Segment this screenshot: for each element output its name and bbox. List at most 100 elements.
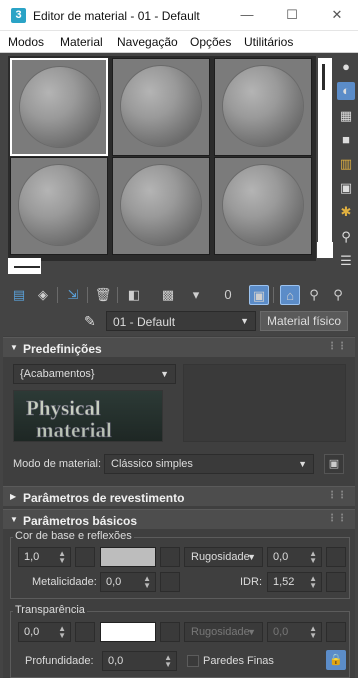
presets-dropdown[interactable]: {Acabamentos} ▼	[13, 364, 176, 384]
toolbar-separator	[57, 287, 58, 303]
maximize-button[interactable]: ☐	[277, 4, 307, 26]
roughness-dropdown-value: Rugosidade	[191, 551, 250, 563]
rollout-title: Parâmetros de revestimento	[23, 491, 185, 505]
spinner-arrows-icon[interactable]: ▲ ▼	[58, 625, 66, 640]
video-color-check-icon[interactable]: ▥	[337, 155, 355, 173]
rollout-coating[interactable]: ▶ Parâmetros de revestimento ⋮⋮	[3, 486, 355, 506]
rollout-presets[interactable]: ▼ Predefinições ⋮⋮	[3, 337, 355, 357]
put-to-library-icon[interactable]: ▩	[158, 285, 178, 305]
base-weight-spinner[interactable]: 1,0 ▲ ▼	[18, 547, 71, 567]
sample-slot-2[interactable]	[112, 58, 210, 156]
sample-slot-4[interactable]	[10, 157, 108, 255]
chevron-down-icon: ▼	[247, 552, 256, 562]
spinner-value: 1,0	[24, 551, 40, 563]
pick-from-object-icon[interactable]: ⚲	[328, 285, 348, 305]
transparency-color-swatch[interactable]	[100, 622, 156, 642]
go-to-parent-icon[interactable]: ⚲	[304, 285, 324, 305]
material-sphere	[223, 165, 303, 245]
sample-slot-3[interactable]	[214, 58, 312, 156]
depth-spinner[interactable]: 0,0 ▲ ▼	[102, 651, 177, 671]
background-icon[interactable]: ▦	[337, 107, 355, 125]
metalness-map-button[interactable]	[160, 572, 180, 592]
sample-slot-6[interactable]	[214, 157, 312, 255]
material-id-icon[interactable]: 0	[218, 285, 238, 305]
lock-icon[interactable]: 🔒	[326, 650, 346, 670]
rollout-basic[interactable]: ▼ Parâmetros básicos ⋮⋮	[3, 509, 355, 529]
expanded-triangle-icon: ▼	[10, 515, 18, 524]
spinner-arrows-icon[interactable]: ▲ ▼	[309, 550, 317, 565]
material-sphere	[20, 67, 100, 147]
close-button[interactable]: ✕	[322, 4, 352, 26]
window-title: Editor de material - 01 - Default	[33, 9, 200, 23]
transparency-roughness-map-button[interactable]	[326, 622, 346, 642]
show-shaded-icon[interactable]: ▣	[249, 285, 269, 305]
drag-handle-icon[interactable]: ⋮⋮	[327, 341, 347, 352]
backlight-icon[interactable]: ◐	[337, 82, 355, 100]
select-by-material-icon[interactable]: ⚲	[337, 228, 355, 246]
save-library-icon[interactable]: ▾	[186, 285, 206, 305]
transparency-weight-map-button[interactable]	[75, 622, 95, 642]
get-material-icon[interactable]: ▤	[9, 285, 29, 305]
sample-uv-icon[interactable]: ■	[337, 131, 355, 149]
mode-label: Modo de material:	[13, 458, 102, 470]
spinner-value: 0,0	[108, 655, 124, 667]
show-end-result-icon[interactable]: ⌂	[280, 285, 300, 305]
transparency-roughness-dropdown: Rugosidade ▼	[184, 622, 263, 642]
ior-map-button[interactable]	[326, 572, 346, 592]
spinner-arrows-icon[interactable]: ▲ ▼	[58, 550, 66, 565]
sample-type-icon[interactable]: ●	[337, 58, 355, 76]
material-navigator-icon[interactable]: ☰	[337, 252, 355, 270]
collapsed-triangle-icon: ▶	[10, 492, 17, 501]
metalness-label: Metalicidade:	[32, 576, 97, 588]
roughness-map-button[interactable]	[326, 547, 346, 567]
eyedropper-icon[interactable]: ✎	[84, 313, 96, 330]
spinner-value: 1,52	[273, 576, 295, 588]
base-color-swatch[interactable]	[100, 547, 156, 567]
spinner-arrows-icon[interactable]: ▲ ▼	[164, 654, 172, 669]
menu-modes[interactable]: Modos	[8, 35, 44, 49]
sample-slot-1[interactable]	[10, 58, 108, 156]
roughness-spinner[interactable]: 0,0 ▲ ▼	[267, 547, 322, 567]
make-unique-icon[interactable]: ◧	[124, 285, 144, 305]
material-toolbar: ▤ ◈ ⇲ 🗑 ◧ ▩ ▾ 0 ▣ ⌂ ⚲ ⚲	[0, 283, 358, 307]
sample-slot-5[interactable]	[112, 157, 210, 255]
options-icon[interactable]: ✱	[337, 203, 355, 221]
save-preset-icon[interactable]: ▣	[324, 454, 344, 474]
toolbar-separator	[87, 287, 88, 303]
menu-bar: Modos Material Navegação Opções Utilitár…	[0, 31, 358, 53]
transparency-weight-spinner[interactable]: 0,0 ▲ ▼	[18, 622, 71, 642]
slots-vertical-scrollbar[interactable]	[318, 58, 332, 258]
toolbar-separator	[273, 287, 274, 303]
spinner-arrows-icon[interactable]: ▲ ▼	[309, 575, 317, 590]
delete-icon[interactable]: 🗑	[93, 285, 113, 305]
make-preview-icon[interactable]: ▣	[337, 179, 355, 197]
base-weight-map-button[interactable]	[75, 547, 95, 567]
roughness-dropdown[interactable]: Rugosidade ▼	[184, 547, 263, 567]
depth-label: Profundidade:	[25, 655, 94, 667]
minimize-button[interactable]: —	[232, 4, 262, 26]
slots-horizontal-scrollbar[interactable]	[8, 258, 41, 274]
material-mode-dropdown[interactable]: Clássico simples ▼	[104, 454, 314, 474]
metalness-spinner[interactable]: 0,0 ▲ ▼	[100, 572, 156, 592]
drag-handle-icon[interactable]: ⋮⋮	[327, 490, 347, 501]
material-type-button[interactable]: Material físico	[260, 311, 348, 331]
material-name-dropdown[interactable]: 01 - Default ▼	[106, 311, 256, 331]
put-to-scene-icon[interactable]: ◈	[33, 285, 53, 305]
assign-to-selection-icon[interactable]: ⇲	[63, 285, 83, 305]
thin-walls-checkbox[interactable]	[187, 655, 199, 667]
spinner-arrows-icon[interactable]: ▲ ▼	[143, 575, 151, 590]
menu-material[interactable]: Material	[60, 35, 103, 49]
base-color-map-button[interactable]	[160, 547, 180, 567]
menu-navigation[interactable]: Navegação	[117, 35, 178, 49]
transparency-color-map-button[interactable]	[160, 622, 180, 642]
rollout-title: Parâmetros básicos	[23, 514, 138, 528]
material-mode-value: Clássico simples	[111, 458, 193, 470]
scrollbar-thumb[interactable]	[322, 64, 325, 90]
material-sphere	[121, 165, 201, 245]
drag-handle-icon[interactable]: ⋮⋮	[327, 513, 347, 524]
material-sphere	[19, 165, 99, 245]
menu-utilities[interactable]: Utilitários	[244, 35, 293, 49]
ior-spinner[interactable]: 1,52 ▲ ▼	[267, 572, 322, 592]
menu-options[interactable]: Opções	[190, 35, 231, 49]
scrollbar-thumb[interactable]	[14, 266, 40, 268]
